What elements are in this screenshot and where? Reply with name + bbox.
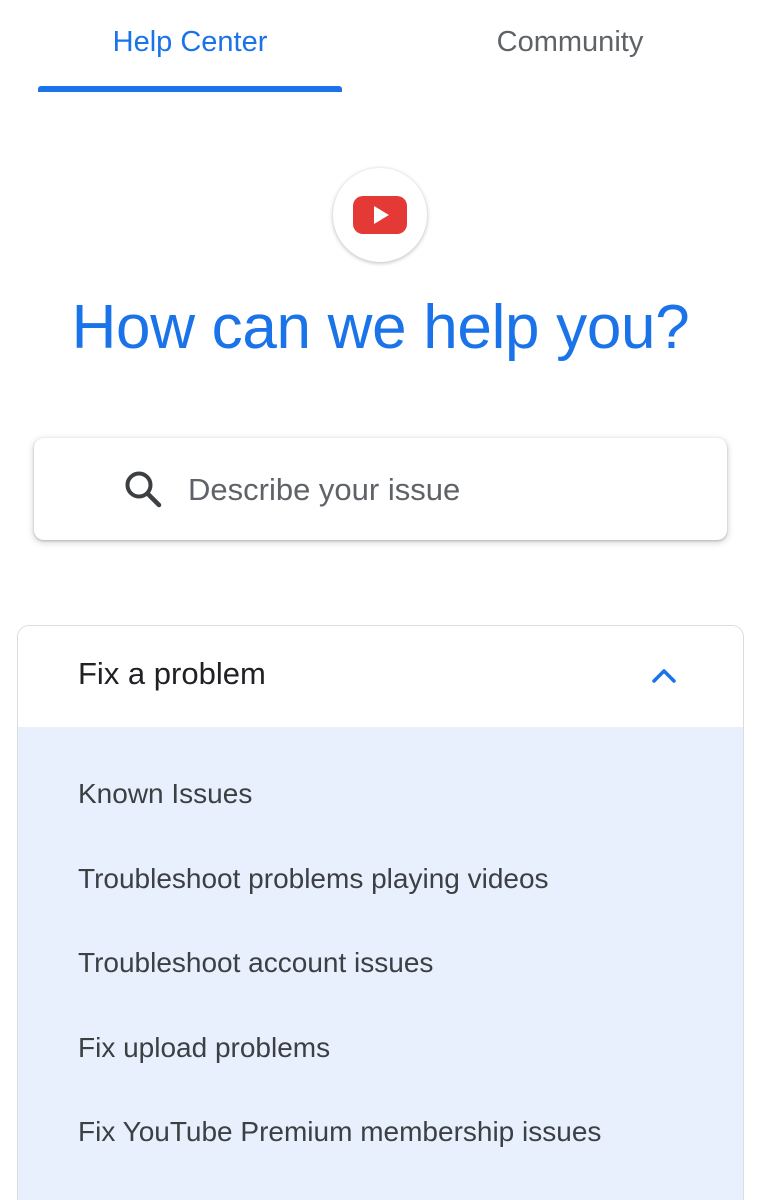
list-item-troubleshoot-account[interactable]: Troubleshoot account issues bbox=[78, 947, 433, 979]
fix-a-problem-section: Fix a problem Known Issues Troubleshoot … bbox=[17, 625, 744, 1200]
youtube-play-icon bbox=[353, 196, 407, 234]
list-item-known-issues[interactable]: Known Issues bbox=[78, 778, 252, 810]
help-center-page: Help Center Community How can we help yo… bbox=[0, 0, 761, 1200]
section-list: Known Issues Troubleshoot problems playi… bbox=[18, 727, 743, 1200]
search-bar[interactable] bbox=[34, 438, 727, 540]
list-item-fix-premium-membership[interactable]: Fix YouTube Premium membership issues bbox=[78, 1116, 601, 1148]
tab-help-center-label: Help Center bbox=[112, 25, 268, 58]
section-title: Fix a problem bbox=[78, 656, 266, 691]
youtube-logo bbox=[333, 168, 427, 262]
active-tab-indicator bbox=[38, 86, 342, 92]
tab-bar: Help Center Community bbox=[0, 0, 761, 96]
search-input[interactable] bbox=[186, 456, 690, 524]
list-item-troubleshoot-playing-videos[interactable]: Troubleshoot problems playing videos bbox=[78, 863, 549, 895]
tab-community[interactable]: Community bbox=[418, 0, 722, 96]
chevron-up-icon[interactable] bbox=[650, 664, 678, 688]
page-heading: How can we help you? bbox=[71, 293, 690, 362]
section-header[interactable]: Fix a problem bbox=[18, 626, 743, 727]
search-icon[interactable] bbox=[122, 468, 166, 512]
list-item-fix-upload[interactable]: Fix upload problems bbox=[78, 1032, 330, 1064]
tab-community-label: Community bbox=[496, 25, 644, 58]
tab-help-center[interactable]: Help Center bbox=[38, 0, 342, 96]
